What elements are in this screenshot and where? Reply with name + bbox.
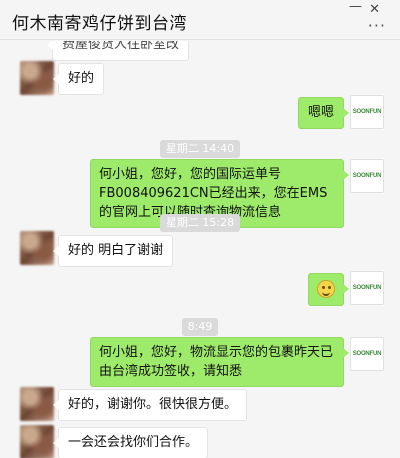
self-avatar[interactable]: SOONFUN bbox=[350, 337, 384, 371]
close-button[interactable]: ✕ bbox=[369, 3, 380, 16]
message-bubble-contact[interactable]: 好的，谢谢你。很快很方便。 bbox=[52, 389, 248, 421]
contact-avatar[interactable] bbox=[20, 61, 54, 95]
minimize-button[interactable]: — bbox=[349, 0, 362, 13]
timestamp: 星期二 15:28 bbox=[0, 211, 400, 232]
message-bubble-self[interactable]: 嗯嗯 bbox=[297, 97, 350, 129]
message-bubble-self[interactable] bbox=[308, 273, 349, 306]
soonfun-logo: SOONFUN bbox=[352, 285, 382, 291]
timestamp: 星期二 14:40 bbox=[0, 137, 400, 158]
message-bubble-contact[interactable]: 好的 bbox=[52, 63, 105, 95]
title-bar: 何木南寄鸡仔饼到台湾 — ✕ ··· bbox=[0, 0, 400, 40]
chat-area[interactable]: 费屋俊货人往卧室改 好的 嗯嗯 SOONFUN 星期二 14:40 何小姐，您好… bbox=[0, 41, 400, 458]
smile-emoji-icon bbox=[317, 280, 335, 298]
message-bubble-contact[interactable]: 好的 明白了谢谢 bbox=[52, 235, 174, 267]
chat-title: 何木南寄鸡仔饼到台湾 bbox=[12, 14, 187, 34]
self-avatar[interactable]: SOONFUN bbox=[350, 95, 384, 129]
message-bubble-contact[interactable]: 一会还会找你们合作。 bbox=[52, 427, 209, 458]
message-bubble-self[interactable]: 何小姐，您好，物流显示您的包裹昨天已由台湾成功签收，请知悉 bbox=[90, 337, 349, 387]
contact-avatar[interactable] bbox=[20, 231, 54, 265]
self-avatar[interactable]: SOONFUN bbox=[350, 271, 384, 305]
self-avatar[interactable]: SOONFUN bbox=[350, 159, 384, 193]
more-options-icon[interactable]: ··· bbox=[368, 16, 386, 35]
message-bubble-partial[interactable]: 费屋俊货人往卧室改 bbox=[46, 41, 190, 61]
timestamp: 8:49 bbox=[0, 315, 400, 336]
contact-avatar[interactable] bbox=[20, 387, 54, 421]
soonfun-logo: SOONFUN bbox=[352, 109, 382, 115]
soonfun-logo: SOONFUN bbox=[352, 351, 382, 357]
soonfun-logo: SOONFUN bbox=[352, 173, 382, 179]
contact-avatar[interactable] bbox=[20, 425, 54, 458]
